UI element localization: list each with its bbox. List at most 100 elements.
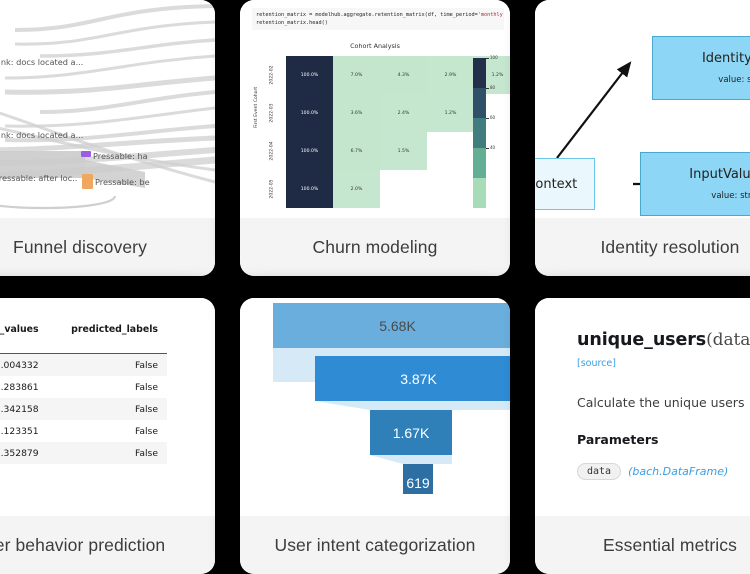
colorbar-segment-3: [473, 148, 486, 178]
notebook-code-cell[interactable]: retention_matrix = modelhub.aggregate.re…: [252, 8, 504, 31]
identity-node-value-0: value: stri: [718, 75, 750, 85]
funnel-label-3: 619: [406, 475, 430, 491]
card-body-identity-diagram: IdentityCon value: stri alContext InputV…: [535, 0, 750, 218]
table-cell-value: 0.342158: [0, 403, 39, 415]
colorbar-segment-4: [473, 178, 486, 208]
identity-node-title-0: IdentityCon: [701, 51, 750, 66]
heatmap-cell-1-0: 100.0%: [286, 94, 333, 132]
sankey-label-8: Pressable: after loc..: [0, 173, 78, 183]
api-function-name: unique_users: [577, 330, 707, 350]
api-doc: unique_users(data, [source] Calculate th…: [577, 330, 750, 480]
heatmap-row-label-2: 2022-04: [269, 141, 275, 161]
table-cell-label: False: [134, 403, 158, 415]
table-cell-value: 0.283861: [0, 381, 39, 393]
card-body-dataframe: predicted_values predicted_labels 0.0043…: [0, 298, 215, 516]
table-cell-label: False: [134, 359, 158, 371]
colorbar-tickline-0: [486, 58, 489, 59]
parameters-heading: Parameters: [577, 432, 659, 447]
table-row: 0.342158 False: [0, 398, 167, 420]
table-cell-value: 0.352879: [0, 447, 39, 459]
table-cell-label: False: [134, 381, 158, 393]
heatmap-cell-0-0: 100.0%: [286, 56, 333, 94]
heatmap-row-label-3: 2022-05: [269, 179, 275, 199]
heatmap-cell-1-2: 2.4%: [380, 94, 427, 132]
card-essential-metrics[interactable]: unique_users(data, [source] Calculate th…: [535, 298, 750, 574]
funnel-label-2: 1.67K: [392, 425, 430, 441]
code-line-1-string: 'monthly': [477, 12, 504, 18]
card-identity-resolution[interactable]: IdentityCon value: stri alContext InputV…: [535, 0, 750, 276]
heatmap-cell-1-1: 3.6%: [333, 94, 380, 132]
card-title-user-behavior-prediction: er behavior prediction: [0, 516, 215, 574]
colorbar-tickline-2: [486, 118, 489, 119]
parameter-name: data: [577, 463, 622, 480]
heatmap-cell-3-1: 2.0%: [333, 170, 380, 208]
heatmap-cell-1-3: 1.2%: [427, 94, 474, 132]
card-title-funnel-discovery: Funnel discovery: [0, 218, 215, 276]
heatmap-colorbar: [473, 58, 486, 208]
code-line-1-a: retention_matrix = modelhub.aggregate.re…: [256, 12, 478, 18]
identity-node-global-context[interactable]: alContext: [535, 158, 595, 210]
sankey-label-10: Pressable: be: [95, 177, 150, 187]
heatmap-cell-2-1: 6.7%: [333, 132, 380, 170]
table-cell-value: 0.123351: [0, 425, 39, 437]
table-row: 0.352879 False: [0, 442, 167, 464]
parameter-row: data (bach.DataFrame): [577, 463, 750, 480]
identity-node-identity-context[interactable]: IdentityCon value: stri: [652, 36, 750, 100]
heatmap-cell-2-0: 100.0%: [286, 132, 333, 170]
table-header-predicted-labels: predicted_labels: [47, 324, 167, 354]
heatmap-cell-0-3: 2.9%: [427, 56, 474, 94]
parameter-type[interactable]: (bach.DataFrame): [628, 465, 728, 478]
colorbar-segment-0: [473, 58, 486, 88]
colorbar-tickline-1: [486, 88, 489, 89]
card-body-funnel-chart: 5.68K 3.87K 1.67K 619: [240, 298, 510, 516]
card-churn-modeling[interactable]: retention_matrix = modelhub.aggregate.re…: [240, 0, 510, 276]
source-link[interactable]: [source]: [577, 358, 750, 369]
table-cell-value: 0.004332: [0, 359, 39, 371]
colorbar-segment-2: [473, 118, 486, 148]
card-gallery: cated a... Link: docs located a... out-k…: [0, 0, 750, 574]
card-title-identity-resolution: Identity resolution: [535, 218, 750, 276]
sankey-diagram: cated a... Link: docs located a... out-k…: [0, 0, 215, 218]
api-signature-args: (data,: [706, 330, 750, 350]
funnel-label-0: 5.68K: [379, 318, 416, 334]
heatmap-cell-0-1: 7.0%: [333, 56, 380, 94]
heatmap-cell-2-2: 1.5%: [380, 132, 427, 170]
colorbar-tickline-3: [486, 148, 489, 149]
heatmap-row-label-0: 2022-02: [269, 65, 275, 85]
heatmap-title: Cohort Analysis: [350, 42, 400, 50]
colorbar-tick-1: 80: [490, 85, 496, 90]
card-title-essential-metrics: Essential metrics: [535, 516, 750, 574]
colorbar-segment-1: [473, 88, 486, 118]
card-title-user-intent-categorization: User intent categorization: [240, 516, 510, 574]
colorbar-tick-2: 60: [490, 115, 496, 120]
sankey-label-7: Pressable: ha: [93, 151, 148, 161]
card-user-behavior-prediction[interactable]: predicted_values predicted_labels 0.0043…: [0, 298, 215, 574]
heatmap-cell-0-2: 4.3%: [380, 56, 427, 94]
identity-node-title-1: alContext: [535, 176, 578, 192]
sankey-node-purple: [81, 151, 91, 157]
identity-node-title-2: InputValueCo: [689, 167, 750, 182]
table-row: 0.004332 False: [0, 353, 167, 376]
table-header-predicted-values: predicted_values: [0, 324, 48, 354]
colorbar-tick-3: 40: [490, 145, 496, 150]
card-body-heatmap: retention_matrix = modelhub.aggregate.re…: [240, 0, 510, 218]
funnel-label-1: 3.87K: [400, 371, 437, 387]
code-line-2: retention_matrix.head(): [256, 20, 328, 27]
identity-node-input-value-context[interactable]: InputValueCo value: stri: [640, 152, 750, 216]
api-signature: unique_users(data,: [577, 330, 750, 350]
table-header-row: predicted_values predicted_labels: [0, 324, 167, 354]
colorbar-tick-0: 100: [490, 55, 498, 60]
dataframe-table: predicted_values predicted_labels 0.0043…: [0, 324, 167, 464]
card-funnel-discovery[interactable]: cated a... Link: docs located a... out-k…: [0, 0, 215, 276]
sankey-node-orange-2: [82, 174, 93, 189]
card-body-sankey: cated a... Link: docs located a... out-k…: [0, 0, 215, 218]
heatmap-row-label-1: 2022-03: [269, 103, 275, 123]
sankey-label-5: Link: docs located a...: [0, 130, 84, 140]
table-cell-label: False: [134, 447, 158, 459]
table-row: 0.283861 False: [0, 376, 167, 398]
card-user-intent-categorization[interactable]: 5.68K 3.87K 1.67K 619 User intent catego…: [240, 298, 510, 574]
card-body-api-docs: unique_users(data, [source] Calculate th…: [535, 298, 750, 516]
table-row: 0.123351 False: [0, 420, 167, 442]
api-description: Calculate the unique users: [577, 395, 745, 410]
identity-node-value-2: value: stri: [711, 191, 750, 201]
